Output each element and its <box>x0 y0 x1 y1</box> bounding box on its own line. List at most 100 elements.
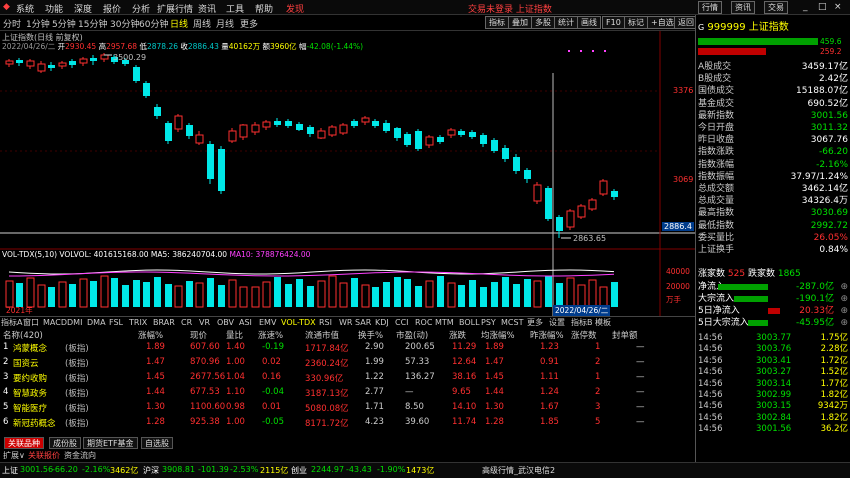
period-timeshare[interactable]: 分时 <box>3 17 21 30</box>
column-header[interactable]: 均涨幅% <box>481 329 515 341</box>
indicator-tab[interactable]: ROC <box>415 317 432 328</box>
tab-related-quote[interactable]: 关联报价 <box>28 450 60 461</box>
column-header[interactable]: 量比 <box>226 329 243 341</box>
menu-depth[interactable]: 深度 <box>74 2 92 15</box>
plus-icon[interactable]: ⊕ <box>840 281 848 293</box>
indicator-tab[interactable]: EMV <box>259 317 276 328</box>
column-header[interactable]: 涨幅% <box>138 329 163 341</box>
period-weekly[interactable]: 周线 <box>193 17 211 30</box>
menu-news[interactable]: 资讯 <box>198 2 216 15</box>
indicator-tab[interactable]: ASI <box>239 317 252 328</box>
column-header[interactable]: 封单额 <box>612 329 638 341</box>
indicator-tab[interactable]: WR <box>339 317 352 328</box>
period-30min[interactable]: 30分钟 <box>110 17 139 30</box>
period-more[interactable]: 更多 <box>240 17 258 30</box>
period-15min[interactable]: 15分钟 <box>78 17 107 30</box>
indicator-tab[interactable]: OBV <box>217 317 234 328</box>
period-1min[interactable]: 1分钟 <box>26 17 50 30</box>
cell-seal: — <box>636 417 645 427</box>
indicator-tab[interactable]: FSL <box>109 317 123 328</box>
column-header[interactable]: 市盈(动) <box>396 329 428 341</box>
candle-body <box>285 121 292 126</box>
server-status[interactable]: 高级行情_武汉电信2 <box>482 465 555 476</box>
table-row[interactable]: 1 鸿蒙概念 (板指) 1.89 607.60 1.40 -0.19 1717.84亿 2.90… <box>0 341 695 355</box>
minimize-icon[interactable]: _ <box>803 2 808 12</box>
indicator-tab[interactable]: MACD <box>43 317 67 328</box>
f10-button[interactable]: F10 <box>602 16 625 29</box>
indicator-tab[interactable]: 指标A <box>1 317 22 328</box>
mark-button[interactable]: 标记 <box>624 16 648 29</box>
tab-futures-etf[interactable]: 期货ETF基金 <box>83 437 138 449</box>
menu-tools[interactable]: 工具 <box>226 2 244 15</box>
maximize-icon[interactable]: □ <box>818 2 827 12</box>
tab-extend[interactable]: 扩展∨ <box>3 450 25 461</box>
menu-function[interactable]: 功能 <box>45 2 63 15</box>
column-header[interactable]: 换手% <box>358 329 383 341</box>
column-header[interactable]: 涨跌 <box>449 329 466 341</box>
indicator-tab[interactable]: DMI <box>67 317 82 328</box>
tab-constituents[interactable]: 成份股 <box>49 437 81 449</box>
kline-chart[interactable]: 上证指数(日线 前复权) 2022/04/26/二 开2930.45 高2957… <box>0 31 695 327</box>
table-row[interactable]: 2 国资云 (板指) 1.47 870.96 1.00 0.02 2360.24亿 1.99 57… <box>0 356 695 370</box>
indicator-tab[interactable]: VOL-TDX <box>281 317 316 328</box>
indicator-tab[interactable]: 模板 <box>595 317 611 328</box>
period-60min[interactable]: 60分钟 <box>139 17 168 30</box>
tab-related[interactable]: 关联品种 <box>4 437 44 449</box>
panel-title: G 999999 上证指数 <box>698 22 789 33</box>
indicator-tab[interactable]: TRIX <box>129 317 147 328</box>
indicator-tab[interactable]: 更多 <box>527 317 543 328</box>
column-header[interactable]: 昨涨幅% <box>530 329 564 341</box>
indicator-tab[interactable]: MCST <box>501 317 523 328</box>
indicator-tab[interactable]: VR <box>199 317 210 328</box>
table-row[interactable]: 4 智慧政务 (板指) 1.44 677.53 1.10 -0.04 3187.13亿 2.77… <box>0 386 695 400</box>
tab-watchlist[interactable]: 自选股 <box>141 437 173 449</box>
column-header[interactable]: 涨停数 <box>571 329 597 341</box>
login-status[interactable]: 交易未登录 上证指数 <box>468 2 552 15</box>
news-button[interactable]: 资讯 <box>731 1 755 14</box>
indicator-tab[interactable]: BRAR <box>153 317 175 328</box>
menu-quote[interactable]: 报价 <box>103 2 121 15</box>
cell-tag: (板指) <box>65 404 89 414</box>
indicator-tab[interactable]: RSI <box>319 317 332 328</box>
indicator-tab[interactable]: BOLL <box>459 317 480 328</box>
indicator-tab[interactable]: MTM <box>435 317 454 328</box>
menu-help[interactable]: 帮助 <box>255 2 273 15</box>
market-button[interactable]: 行情 <box>698 1 722 14</box>
column-header[interactable]: 流通市值 <box>305 329 339 341</box>
column-header[interactable]: 名称(420) <box>3 329 43 341</box>
indicator-tab[interactable]: 设置 <box>549 317 565 328</box>
stat-value: -2.16% <box>816 159 848 170</box>
column-header[interactable]: 涨速% <box>258 329 283 341</box>
plus-icon[interactable]: ⊕ <box>840 305 848 317</box>
indicator-tab[interactable]: KDJ <box>375 317 389 328</box>
stats-button[interactable]: 统计 <box>554 16 578 29</box>
multi-stock-button[interactable]: 多股 <box>531 16 555 29</box>
indicator-tab[interactable]: CR <box>181 317 192 328</box>
indicator-tab[interactable]: 窗口 <box>23 317 39 328</box>
indicator-tab[interactable]: 指标B <box>571 317 593 328</box>
indicator-tab[interactable]: PSY <box>481 317 496 328</box>
menu-discover[interactable]: 发现 <box>286 2 304 15</box>
tab-fund-flow[interactable]: 资金流向 <box>64 450 96 461</box>
indicator-button[interactable]: 指标 <box>485 16 509 29</box>
menu-analysis[interactable]: 分析 <box>132 2 150 15</box>
draw-button[interactable]: 画线 <box>577 16 601 29</box>
period-daily[interactable]: 日线 <box>170 17 188 30</box>
table-row[interactable]: 5 智能医疗 (板指) 1.30 1100.60 0.98 0.01 5080.08亿 1.71… <box>0 401 695 415</box>
period-monthly[interactable]: 月线 <box>216 17 234 30</box>
menu-system[interactable]: 系统 <box>16 2 34 15</box>
plus-icon[interactable]: ⊕ <box>840 293 848 305</box>
close-icon[interactable]: × <box>834 2 842 12</box>
column-header[interactable]: 现价 <box>190 329 207 341</box>
tick-p: 3002.99 <box>756 390 792 400</box>
indicator-tab[interactable]: CCI <box>395 317 409 328</box>
trade-button[interactable]: 交易 <box>764 1 788 14</box>
indicator-tab[interactable]: DMA <box>87 317 106 328</box>
menu-ext-quote[interactable]: 扩展行情 <box>157 2 193 15</box>
overlay-button[interactable]: 叠加 <box>508 16 532 29</box>
table-row[interactable]: 6 新冠药概念 (板指) 1.28 925.38 1.00 -0.05 8171.72亿 4.2… <box>0 416 695 430</box>
period-5min[interactable]: 5分钟 <box>52 17 76 30</box>
table-row[interactable]: 3 要约收购 (板指) 1.45 2677.56 1.04 0.16 330.96亿 1.22 1… <box>0 371 695 385</box>
plus-icon[interactable]: ⊕ <box>840 317 848 329</box>
indicator-tab[interactable]: SAR <box>355 317 371 328</box>
